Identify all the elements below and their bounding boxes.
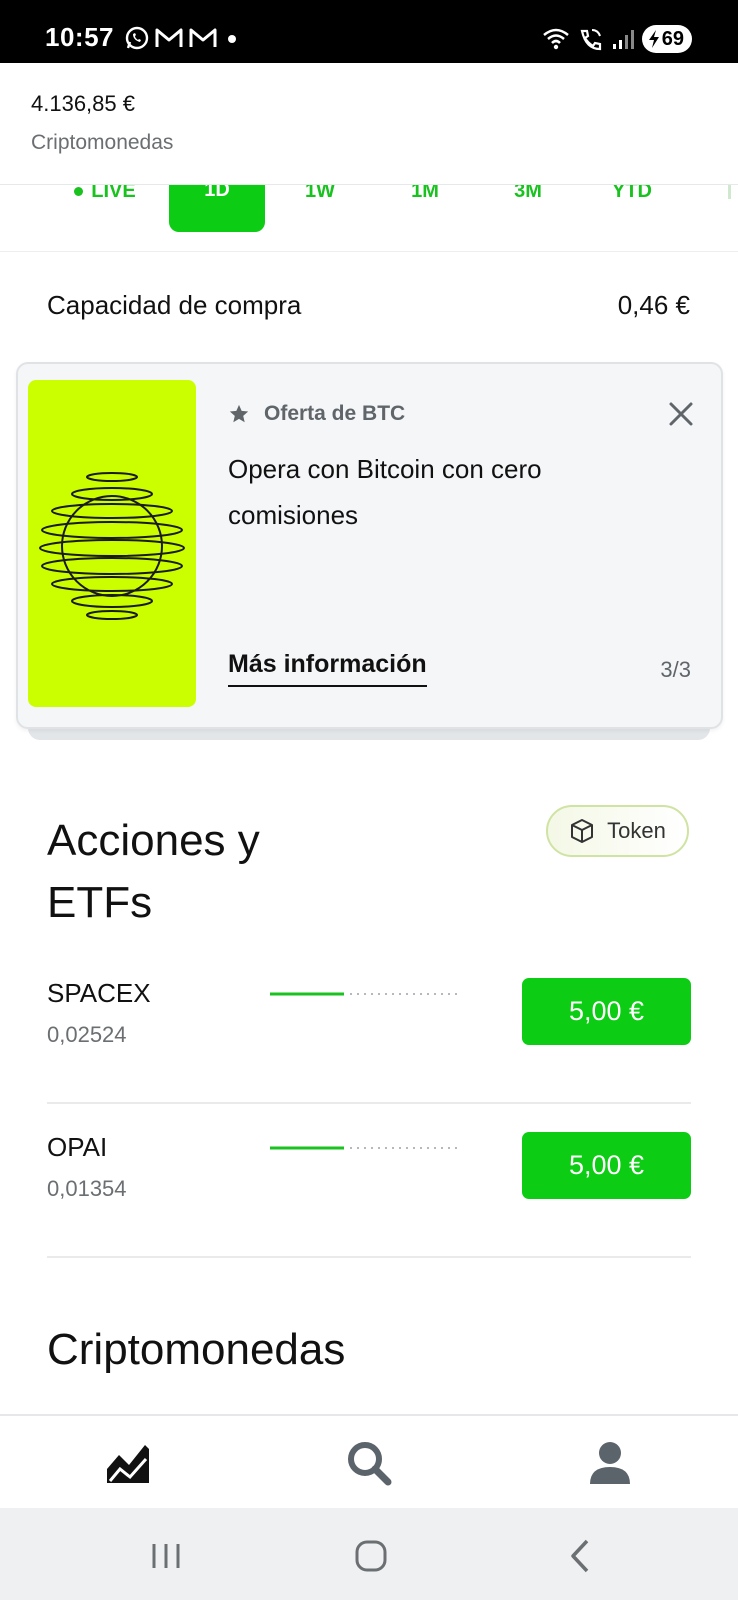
tab-overflow-edge [728, 185, 731, 199]
token-chip-label: Token [607, 818, 666, 843]
status-bar: 10:57 69 [0, 0, 738, 63]
portfolio-value: 4.136,85 € [31, 91, 135, 116]
price-button[interactable]: 5,00 € [522, 1132, 691, 1199]
asset-name: SPACEX [47, 978, 151, 1008]
gmail-icon [189, 28, 217, 47]
status-time: 10:57 [45, 22, 114, 52]
offer-card[interactable]: Oferta de BTC Opera con Bitcoin con cero… [16, 362, 723, 729]
asset-name: OPAI [47, 1132, 108, 1162]
sparkline [270, 992, 460, 996]
token-chip[interactable]: Token [546, 805, 689, 857]
tab-live[interactable]: LIVE [60, 184, 150, 215]
system-status: 69 [542, 24, 692, 54]
home-button[interactable] [351, 1536, 391, 1576]
buying-power-row: Capacidad de compra 0,46 € [47, 290, 690, 321]
profile-icon [590, 1442, 630, 1484]
stocks-section-title: Acciones y ETFs [47, 816, 260, 927]
back-button[interactable] [560, 1536, 600, 1576]
more-info-link[interactable]: Más información [228, 650, 427, 687]
timeframe-tabs: LIVE 1D 1W 1M 3M YTD [0, 184, 738, 252]
asset-quantity: 0,02524 [47, 1022, 127, 1047]
portfolio-header: 4.136,85 € Criptomonedas [0, 63, 738, 184]
asset-row-spacex[interactable]: SPACEX 0,02524 5,00 € [47, 950, 691, 1104]
crypto-section-title: Criptomonedas [47, 1325, 346, 1374]
wifi-icon [542, 28, 569, 50]
battery-level: 69 [661, 27, 684, 50]
charging-icon [648, 30, 659, 48]
price-button[interactable]: 5,00 € [522, 978, 691, 1045]
carousel-page-indicator: 3/3 [660, 657, 691, 682]
buying-power-value: 0,46 € [617, 290, 690, 320]
system-navigation-bar [0, 1508, 738, 1600]
portfolio-subtitle: Criptomonedas [31, 131, 174, 154]
tab-1w[interactable]: 1W [280, 185, 360, 215]
whatsapp-icon [125, 26, 149, 50]
search-icon [348, 1442, 392, 1486]
bottom-navigation [0, 1414, 738, 1508]
asset-quantity: 0,01354 [47, 1176, 127, 1201]
tab-3m[interactable]: 3M [488, 185, 568, 215]
battery-indicator: 69 [641, 25, 692, 53]
nav-portfolio[interactable] [103, 1438, 153, 1488]
tab-live-label: LIVE [91, 184, 136, 202]
live-dot-icon [74, 186, 84, 196]
star-icon [229, 404, 249, 423]
buying-power-label: Capacidad de compra [47, 290, 302, 320]
gmail-icon [155, 28, 183, 47]
wifi-call-icon [580, 29, 601, 51]
offer-title: Opera con Bitcoin con cero comisiones [228, 454, 542, 530]
chart-icon [107, 1445, 149, 1483]
recent-apps-icon [152, 1544, 180, 1568]
sparkline [270, 1146, 460, 1150]
signal-icon [612, 30, 634, 49]
tab-1d[interactable]: 1D [169, 185, 265, 232]
back-icon [571, 1539, 589, 1573]
offer-label-text: Oferta de BTC [264, 402, 406, 425]
dot-icon [228, 35, 236, 43]
close-icon[interactable] [667, 400, 695, 428]
offer-image [28, 380, 196, 707]
tab-ytd[interactable]: YTD [592, 185, 672, 215]
asset-row-opai[interactable]: OPAI 0,01354 5,00 € [47, 1104, 691, 1258]
cube-icon [571, 819, 594, 843]
offer-label: Oferta de BTC [228, 402, 405, 426]
globe-illustration-icon [39, 472, 185, 620]
nav-profile[interactable] [585, 1438, 635, 1488]
tab-1m[interactable]: 1M [385, 185, 465, 215]
home-icon [355, 1540, 387, 1572]
nav-search[interactable] [344, 1438, 394, 1488]
recent-apps-button[interactable] [146, 1536, 186, 1576]
notification-icons [124, 24, 242, 52]
